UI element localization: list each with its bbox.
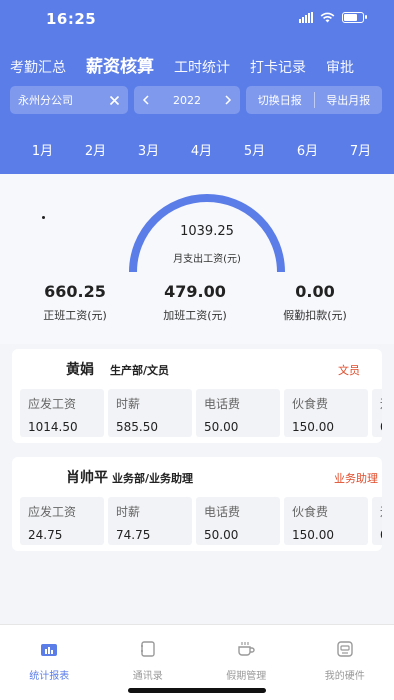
employee-card[interactable]: 黄娟 生产部/文员 文员 应发工资 1014.50 时薪 585.50 电话费 … xyxy=(12,349,382,443)
cell-label: 时薪 xyxy=(116,397,141,411)
cell-label: 应发工资 xyxy=(28,397,77,411)
employee-card-header: 肖帅平 业务部/业务助理 业务助理 xyxy=(12,457,382,493)
decorative-dot xyxy=(42,216,45,219)
wifi-icon xyxy=(320,12,335,23)
device-icon xyxy=(337,641,353,657)
leave-deduction-stat: 0.00 假勤扣款(元) xyxy=(260,282,370,323)
company-selector[interactable]: 永州分公司 xyxy=(10,86,128,114)
month-1[interactable]: 1月 xyxy=(16,140,69,159)
cell-value: 74.75 xyxy=(116,528,151,542)
cell-label: 时薪 xyxy=(116,505,141,519)
cell-value: 0 xyxy=(380,528,382,542)
overtime-salary-value: 479.00 xyxy=(164,282,226,301)
signal-icon xyxy=(299,12,313,23)
home-indicator xyxy=(128,688,266,693)
month-2[interactable]: 2月 xyxy=(69,140,122,159)
salary-cell: 应发工资 1014.50 xyxy=(20,389,104,437)
regular-salary-value: 660.25 xyxy=(44,282,106,301)
cell-label: 应发工资 xyxy=(28,505,77,519)
month-selector: 1月 2月 3月 4月 5月 6月 7月 xyxy=(0,140,394,159)
regular-salary-label: 正班工资(元) xyxy=(43,309,107,322)
leave-deduction-value: 0.00 xyxy=(295,282,335,301)
employee-name: 肖帅平 xyxy=(66,470,108,486)
nav-label: 统计报表 xyxy=(29,671,70,682)
cell-value: 585.50 xyxy=(116,420,158,434)
cell-value: 0 xyxy=(380,420,382,434)
status-icons xyxy=(299,12,367,23)
salary-cells: 应发工资 1014.50 时薪 585.50 电话费 50.00 伙食费 150… xyxy=(20,389,382,437)
status-bar: 16:25 xyxy=(0,0,394,38)
cell-label: 伙食费 xyxy=(292,505,329,519)
cell-value: 150.00 xyxy=(292,420,334,434)
nav-label: 通讯录 xyxy=(132,671,163,682)
cell-label: 运 xyxy=(380,395,382,412)
total-salary-value: 1039.25 xyxy=(180,224,234,239)
salary-cell: 应发工资 24.75 xyxy=(20,497,104,545)
chevron-left-icon[interactable] xyxy=(142,95,150,105)
cell-label: 伙食费 xyxy=(292,397,329,411)
cell-value: 150.00 xyxy=(292,528,334,542)
month-5[interactable]: 5月 xyxy=(228,140,281,159)
cell-value: 50.00 xyxy=(204,420,239,434)
coffee-cup-icon xyxy=(238,642,255,656)
cell-value: 1014.50 xyxy=(28,420,78,434)
company-label: 永州分公司 xyxy=(18,94,73,107)
report-actions: 切换日报 导出月报 xyxy=(246,86,382,114)
month-3[interactable]: 3月 xyxy=(122,140,175,159)
salary-cells: 应发工资 24.75 时薪 74.75 电话费 50.00 伙食费 150.00… xyxy=(20,497,382,545)
salary-cell: 运 0 xyxy=(372,497,382,545)
filter-bar: 永州分公司 2022 切换日报 导出月报 xyxy=(10,86,382,114)
header: 16:25 考勤汇总 薪资核算 工时统计 打卡记录 审批 永州分公司 2022 … xyxy=(0,0,394,174)
tab-bar: 考勤汇总 薪资核算 工时统计 打卡记录 审批 xyxy=(10,52,374,77)
year-selector: 2022 xyxy=(134,86,240,114)
cell-label: 运 xyxy=(380,503,382,520)
employee-role-badge: 文员 xyxy=(338,364,360,377)
month-7[interactable]: 7月 xyxy=(334,140,387,159)
clear-icon[interactable] xyxy=(109,95,120,106)
cell-label: 电话费 xyxy=(204,505,241,519)
contacts-icon xyxy=(140,641,155,657)
nav-my-hardware[interactable]: 我的硬件 xyxy=(296,625,394,700)
salary-cell: 电话费 50.00 xyxy=(196,497,280,545)
salary-cell: 时薪 74.75 xyxy=(108,497,192,545)
nav-stats-report[interactable]: 统计报表 xyxy=(0,625,99,700)
salary-cell: 伙食费 150.00 xyxy=(284,389,368,437)
tab-attendance-summary[interactable]: 考勤汇总 xyxy=(10,57,66,77)
cell-value: 50.00 xyxy=(204,528,239,542)
overtime-salary-stat: 479.00 加班工资(元) xyxy=(140,282,250,323)
leave-deduction-label: 假勤扣款(元) xyxy=(283,309,347,322)
nav-label: 我的硬件 xyxy=(324,671,365,682)
salary-cell: 时薪 585.50 xyxy=(108,389,192,437)
salary-cell: 运 0 xyxy=(372,389,382,437)
tab-approval[interactable]: 审批 xyxy=(326,57,354,77)
cell-label: 电话费 xyxy=(204,397,241,411)
switch-daily-button[interactable]: 切换日报 xyxy=(246,92,314,108)
export-monthly-button[interactable]: 导出月报 xyxy=(315,92,383,108)
tab-work-hours[interactable]: 工时统计 xyxy=(174,57,230,77)
year-label: 2022 xyxy=(173,93,201,107)
chevron-right-icon[interactable] xyxy=(224,95,232,105)
battery-icon xyxy=(342,12,367,23)
status-time: 16:25 xyxy=(46,10,97,28)
bar-chart-icon xyxy=(41,644,58,656)
employee-name: 黄娟 xyxy=(66,362,94,378)
employee-role-badge: 业务助理 xyxy=(334,472,378,485)
tab-clock-records[interactable]: 打卡记录 xyxy=(250,57,306,77)
overtime-salary-label: 加班工资(元) xyxy=(163,309,227,322)
total-salary-label: 月支出工资(元) xyxy=(173,254,241,265)
salary-cell: 电话费 50.00 xyxy=(196,389,280,437)
month-6[interactable]: 6月 xyxy=(281,140,334,159)
employee-card-header: 黄娟 生产部/文员 文员 xyxy=(12,349,382,385)
tab-salary-accounting[interactable]: 薪资核算 xyxy=(86,52,154,77)
salary-cell: 伙食费 150.00 xyxy=(284,497,368,545)
employee-card[interactable]: 肖帅平 业务部/业务助理 业务助理 应发工资 24.75 时薪 74.75 电话… xyxy=(12,457,382,551)
month-4[interactable]: 4月 xyxy=(175,140,228,159)
regular-salary-stat: 660.25 正班工资(元) xyxy=(20,282,130,323)
nav-label: 假期管理 xyxy=(226,671,267,682)
employee-department: 生产部/文员 xyxy=(110,364,170,377)
cell-value: 24.75 xyxy=(28,528,63,542)
employee-department: 业务部/业务助理 xyxy=(112,472,194,485)
